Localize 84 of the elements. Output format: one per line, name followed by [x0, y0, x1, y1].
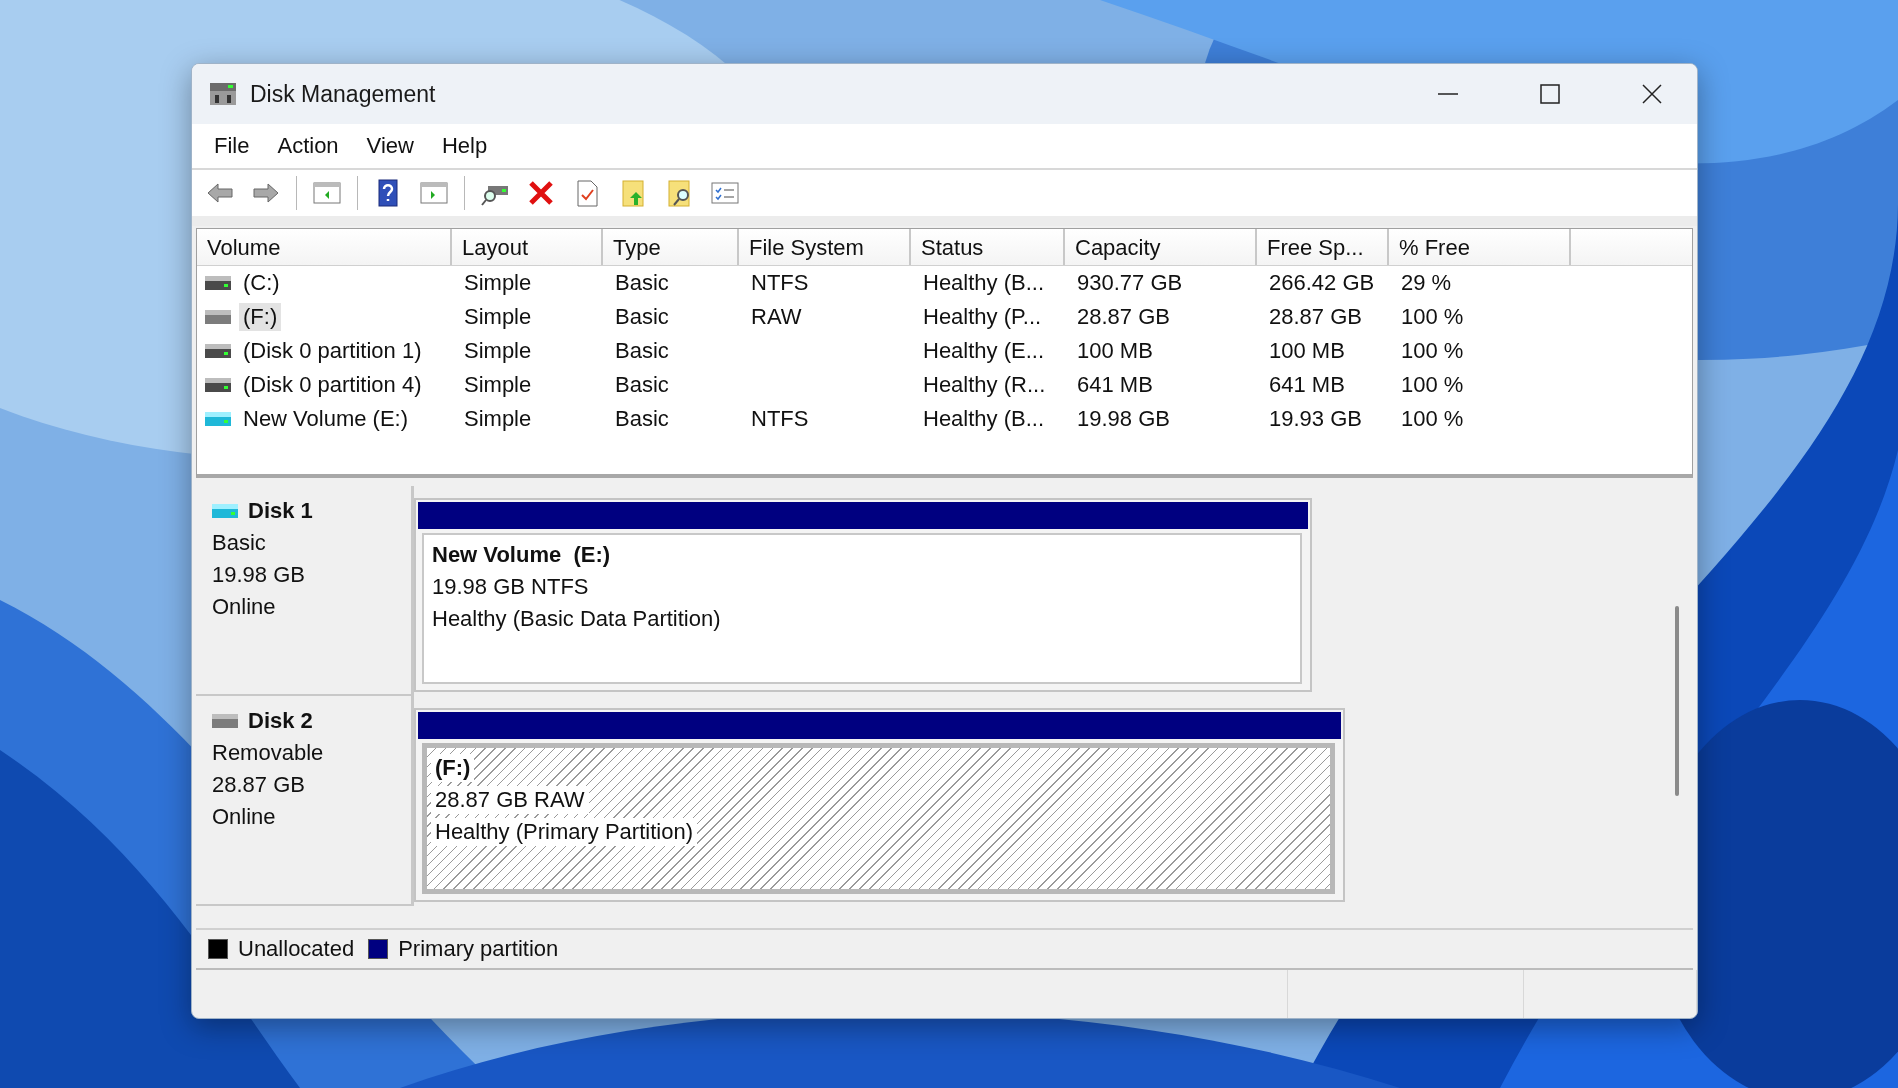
column-header[interactable]: % Free [1389, 229, 1571, 265]
table-cell-text: 100 % [1400, 406, 1465, 432]
table-cell-text: 29 % [1400, 270, 1453, 296]
table-cell-text: 100 % [1400, 372, 1465, 398]
drive-icon [208, 81, 238, 107]
table-cell-text: Simple [463, 270, 533, 296]
table-cell-text: 28.87 GB [1268, 304, 1363, 330]
column-header[interactable]: Free Sp... [1257, 229, 1389, 265]
table-cell-text: 930.77 GB [1076, 270, 1184, 296]
table-cell-text: Basic [614, 304, 670, 330]
table-cell-text: Basic [614, 270, 670, 296]
table-cell-text: 266.42 GB [1268, 270, 1376, 296]
partition-name: (F:) [431, 754, 475, 782]
disk-size: 19.98 GB [212, 562, 306, 588]
partition-block[interactable]: New Volume (E:) 19.98 GB NTFS Healthy (Basic Data Partition) [414, 498, 1312, 692]
partition-block[interactable]: (F:) 28.87 GB RAW Healthy (Primary Partition) [414, 708, 1345, 902]
column-header[interactable]: Type [603, 229, 739, 265]
disk-info-panel[interactable]: Disk 1 Basic 19.98 GB Online [196, 486, 414, 696]
row-label[interactable]: (C:) [239, 269, 284, 297]
table-cell-text: Basic [614, 406, 670, 432]
menu-item[interactable]: Help [427, 129, 502, 163]
table-cell-text: 100 % [1400, 304, 1465, 330]
disk-size: 28.87 GB [212, 772, 306, 798]
scrollbar-thumb[interactable] [1675, 606, 1679, 796]
table-cell-text: NTFS [750, 406, 810, 432]
partition-health: Healthy (Primary Partition) [431, 818, 697, 846]
drive-icon [205, 412, 231, 426]
row-label[interactable]: New Volume (E:) [239, 405, 413, 433]
disk-type: Basic [212, 530, 267, 556]
menu-item[interactable]: Action [263, 129, 353, 163]
disk-name: Disk 1 [248, 498, 313, 524]
table-cell-text: RAW [750, 304, 803, 330]
disk-name: Disk 2 [248, 708, 313, 734]
partition-body[interactable]: New Volume (E:) 19.98 GB NTFS Healthy (Basic Data Partition) [422, 533, 1302, 684]
table-cell-text: Simple [463, 304, 533, 330]
drive-icon [205, 344, 231, 358]
table-cell-text: 100 MB [1268, 338, 1346, 364]
maximize-icon[interactable] [1540, 84, 1560, 104]
table-cell-text: 28.87 GB [1076, 304, 1171, 330]
table-cell-text: Simple [463, 338, 533, 364]
partition-health: Healthy (Basic Data Partition) [431, 605, 722, 633]
window-title: Disk Management [250, 80, 437, 108]
menu-item[interactable]: File [200, 129, 264, 163]
drive-icon [212, 504, 238, 518]
drive-icon [205, 310, 231, 324]
table-cell-text: 100 MB [1076, 338, 1154, 364]
legend-label: Unallocated [238, 936, 355, 962]
table-cell-text: Basic [614, 372, 670, 398]
drive-icon [212, 714, 238, 728]
disk-status: Online [212, 804, 277, 830]
table-cell-text: 19.98 GB [1076, 406, 1171, 432]
table-cell-text: Basic [614, 338, 670, 364]
column-header[interactable]: Status [911, 229, 1065, 265]
partition-detail: 28.87 GB RAW [431, 786, 589, 814]
column-header[interactable]: File System [739, 229, 911, 265]
partition-name: New Volume (E:) [431, 541, 612, 569]
disk-type: Removable [212, 740, 325, 766]
disk-info-panel[interactable]: Disk 2 Removable 28.87 GB Online [196, 696, 414, 906]
table-cell-text: Healthy (P... [922, 304, 1043, 330]
row-label[interactable]: (F:) [239, 303, 282, 331]
partition-detail: 19.98 GB NTFS [431, 573, 590, 601]
column-header[interactable]: Capacity [1065, 229, 1257, 265]
table-cell-text: Healthy (E... [922, 338, 1046, 364]
drive-icon [205, 378, 231, 392]
partition-body[interactable]: (F:) 28.87 GB RAW Healthy (Primary Partition) [422, 743, 1335, 894]
table-cell-text: Healthy (B... [922, 270, 1046, 296]
table-cell-text: 100 % [1400, 338, 1465, 364]
column-header[interactable]: Layout [452, 229, 603, 265]
disk-status: Online [212, 594, 277, 620]
table-cell-text: Healthy (B... [922, 406, 1046, 432]
table-cell-text: Simple [463, 406, 533, 432]
drive-icon [205, 276, 231, 290]
row-label[interactable]: (Disk 0 partition 1) [239, 337, 426, 365]
table-cell-text: Simple [463, 372, 533, 398]
close-icon[interactable] [1642, 84, 1662, 104]
legend-label: Primary partition [398, 936, 559, 962]
row-label[interactable]: (Disk 0 partition 4) [239, 371, 426, 399]
menu-item[interactable]: View [352, 129, 428, 163]
table-cell-text: 19.93 GB [1268, 406, 1363, 432]
table-cell-text: 641 MB [1076, 372, 1154, 398]
column-header[interactable]: Volume [197, 229, 452, 265]
table-cell-text: NTFS [750, 270, 810, 296]
table-cell-text: 641 MB [1268, 372, 1346, 398]
table-cell-text: Healthy (R... [922, 372, 1047, 398]
